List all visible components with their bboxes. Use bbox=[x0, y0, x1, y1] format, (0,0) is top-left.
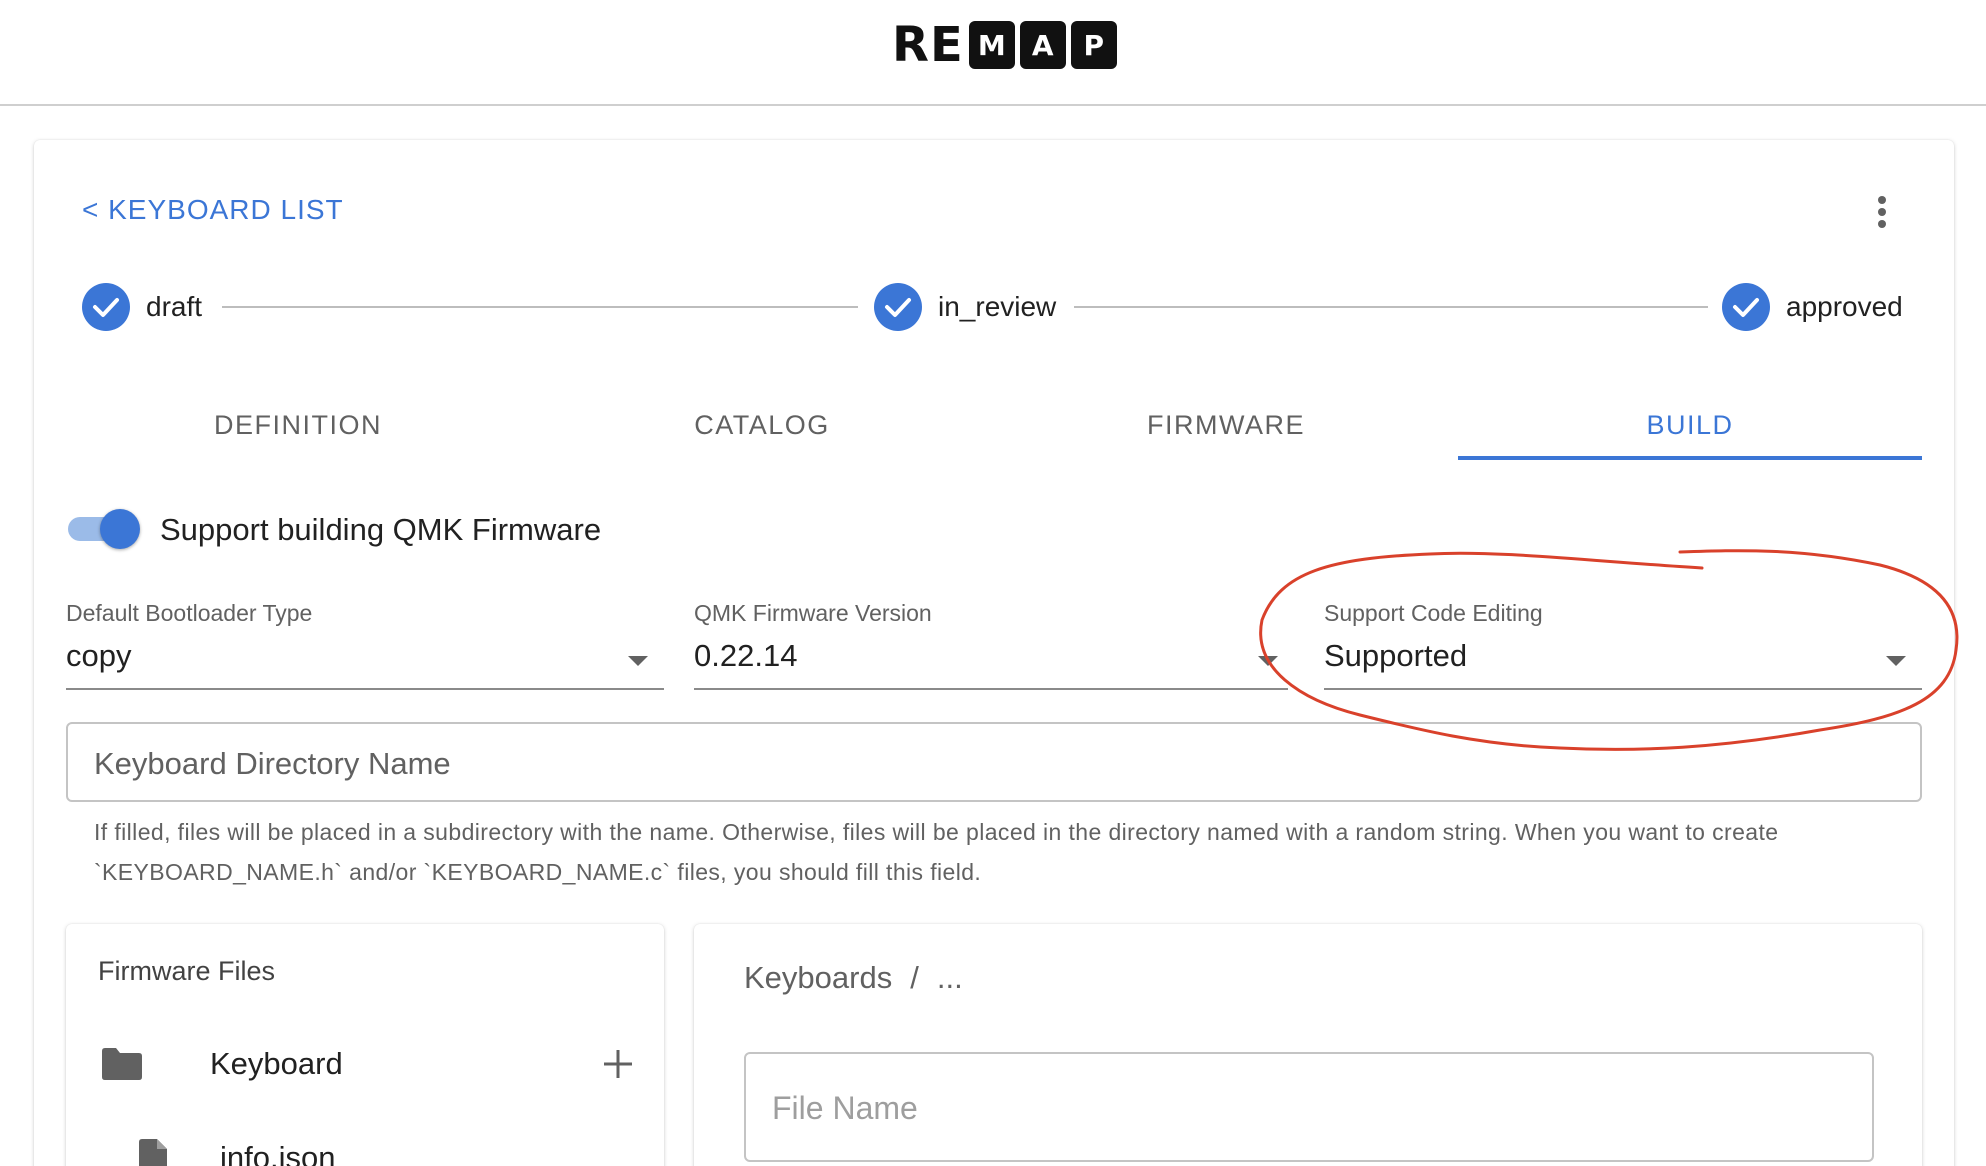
remap-logo[interactable]: RE M A P bbox=[892, 20, 1117, 70]
plus-icon[interactable] bbox=[602, 1048, 634, 1080]
step-label-in-review: in_review bbox=[938, 291, 1057, 322]
dropdown-arrow-icon bbox=[628, 656, 648, 666]
qmk-version-label: QMK Firmware Version bbox=[694, 600, 932, 626]
tab-definition[interactable]: DEFINITION bbox=[66, 390, 530, 460]
check-circle-icon bbox=[874, 283, 922, 331]
step-connector bbox=[222, 306, 858, 308]
logo-box-a: A bbox=[1019, 21, 1066, 69]
tab-catalog[interactable]: CATALOG bbox=[530, 390, 994, 460]
dropdown-arrow-icon bbox=[1886, 656, 1906, 666]
code-editing-value: Supported bbox=[1324, 638, 1468, 673]
file-icon bbox=[139, 1139, 167, 1166]
tree-folder-keyboard[interactable]: Keyboard bbox=[100, 1046, 634, 1082]
bootloader-value: copy bbox=[66, 638, 132, 673]
step-connector bbox=[1074, 306, 1708, 308]
breadcrumb-ellipsis: ... bbox=[936, 960, 963, 995]
dropdown-arrow-icon bbox=[1258, 656, 1278, 666]
qmk-version-select[interactable]: QMK Firmware Version 0.22.14 bbox=[694, 600, 1288, 690]
bootloader-label: Default Bootloader Type bbox=[66, 600, 313, 626]
bootloader-select[interactable]: Default Bootloader Type copy bbox=[66, 600, 664, 690]
more-vert-icon[interactable] bbox=[1866, 194, 1898, 230]
code-editing-label: Support Code Editing bbox=[1324, 600, 1543, 626]
logo-box-p: P bbox=[1070, 21, 1117, 69]
tree-file-info-json[interactable]: info.json bbox=[136, 1138, 335, 1166]
firmware-files-title: Firmware Files bbox=[98, 956, 276, 986]
logo-box-m: M bbox=[968, 21, 1015, 69]
step-label-approved: approved bbox=[1786, 291, 1903, 322]
qmk-build-toggle[interactable] bbox=[66, 506, 146, 552]
select-underline bbox=[66, 688, 664, 690]
file-breadcrumb: Keyboards / ... bbox=[744, 960, 963, 996]
keyboard-list-back-link[interactable]: < KEYBOARD LIST bbox=[82, 194, 344, 226]
code-editing-select[interactable]: Support Code Editing Supported bbox=[1324, 600, 1922, 690]
step-draft: draft bbox=[82, 283, 202, 331]
check-circle-icon bbox=[1722, 283, 1770, 331]
tab-build[interactable]: BUILD bbox=[1458, 390, 1922, 460]
qmk-version-value: 0.22.14 bbox=[694, 638, 798, 673]
file-name-input[interactable]: File Name bbox=[744, 1052, 1874, 1162]
breadcrumb-separator: / bbox=[910, 960, 919, 995]
logo-text: RE bbox=[892, 17, 964, 73]
breadcrumb-keyboards[interactable]: Keyboards bbox=[744, 960, 892, 996]
keyboard-directory-input[interactable]: Keyboard Directory Name bbox=[66, 722, 1922, 802]
tab-active-indicator bbox=[1458, 456, 1922, 460]
folder-icon bbox=[102, 1048, 142, 1080]
step-in-review: in_review bbox=[874, 283, 1056, 331]
keyboard-directory-placeholder: Keyboard Directory Name bbox=[94, 746, 451, 781]
file-name-placeholder: File Name bbox=[772, 1090, 918, 1126]
app-header: RE M A P bbox=[0, 0, 1986, 106]
folder-label: Keyboard bbox=[210, 1046, 343, 1081]
check-circle-icon bbox=[82, 283, 130, 331]
file-label: info.json bbox=[220, 1140, 336, 1166]
select-underline bbox=[694, 688, 1288, 690]
select-underline bbox=[1324, 688, 1922, 690]
qmk-build-toggle-label: Support building QMK Firmware bbox=[160, 512, 602, 547]
tab-firmware[interactable]: FIRMWARE bbox=[994, 390, 1458, 460]
toggle-thumb bbox=[100, 509, 140, 549]
keyboard-directory-helper: If filled, files will be placed in a sub… bbox=[94, 819, 1779, 885]
step-approved: approved bbox=[1722, 283, 1903, 331]
step-label-draft: draft bbox=[146, 291, 203, 322]
